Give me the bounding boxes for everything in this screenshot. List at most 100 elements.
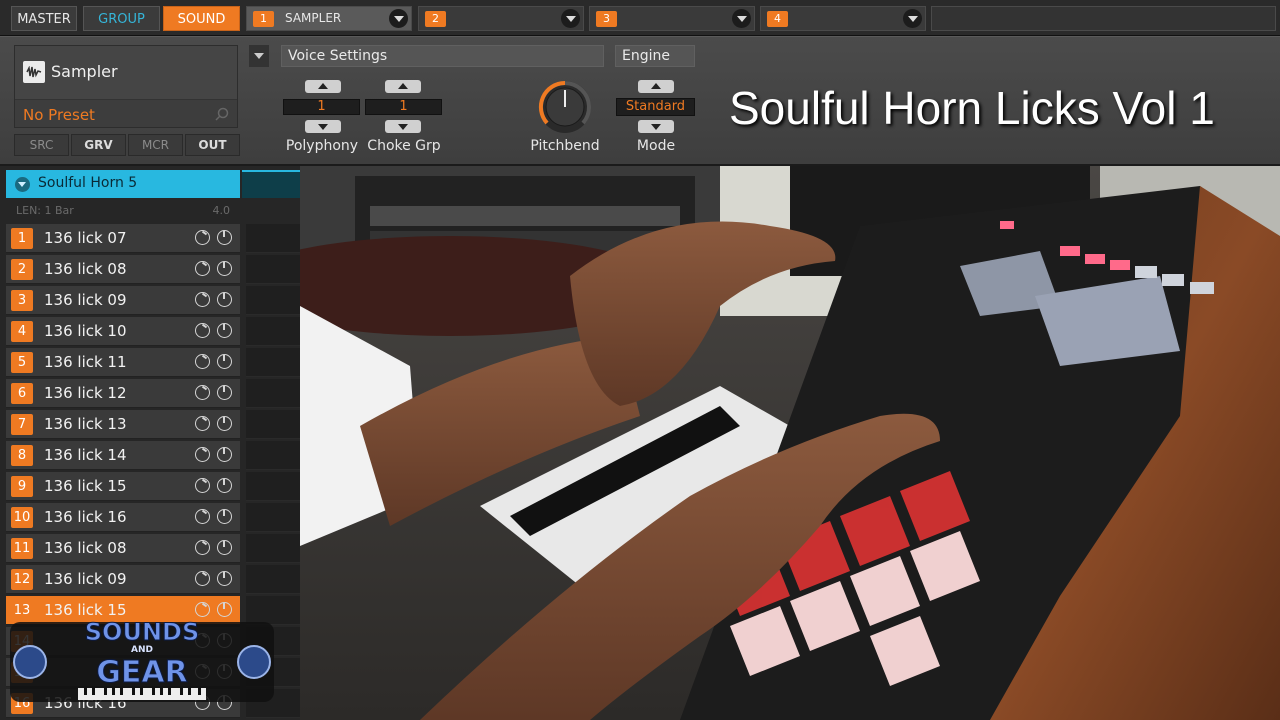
pattern-label: 136 lick 10 xyxy=(44,322,127,340)
group-title: Soulful Horn 5 xyxy=(38,175,138,191)
pattern-row[interactable]: 8 136 lick 14 xyxy=(6,441,240,470)
video-frame xyxy=(300,166,1280,720)
pitchbend-knob[interactable] xyxy=(537,79,593,135)
pattern-knob-icon[interactable] xyxy=(195,230,210,245)
power-icon[interactable] xyxy=(217,292,232,307)
mode-value[interactable]: Standard xyxy=(616,98,695,116)
length-label: LEN: 1 Bar xyxy=(16,204,74,217)
pattern-number: 2 xyxy=(11,259,33,280)
group-header[interactable]: Soulful Horn 5 xyxy=(6,170,240,198)
pattern-knob-icon[interactable] xyxy=(195,571,210,586)
plugin-slot-2[interactable]: 2 xyxy=(418,6,584,31)
pattern-number: 1 xyxy=(11,228,33,249)
tab-src[interactable]: SRC xyxy=(14,134,69,156)
pattern-row[interactable]: 4 136 lick 10 xyxy=(6,317,240,346)
power-icon[interactable] xyxy=(217,230,232,245)
pattern-label: 136 lick 14 xyxy=(44,446,127,464)
plugin-slot-3[interactable]: 3 xyxy=(589,6,755,31)
polyphony-value[interactable]: 1 xyxy=(283,99,360,115)
pattern-knob-icon[interactable] xyxy=(195,292,210,307)
power-icon[interactable] xyxy=(217,447,232,462)
power-icon[interactable] xyxy=(217,540,232,555)
pattern-row[interactable]: 10 136 lick 16 xyxy=(6,503,240,532)
chevron-down-icon[interactable] xyxy=(389,9,408,28)
power-icon[interactable] xyxy=(217,478,232,493)
pattern-number: 6 xyxy=(11,383,33,404)
pattern-knob-icon[interactable] xyxy=(195,540,210,555)
page-menu-button[interactable] xyxy=(249,45,269,67)
pattern-knob-icon[interactable] xyxy=(195,447,210,462)
pattern-knob-icon[interactable] xyxy=(195,602,210,617)
pattern-row[interactable]: 2 136 lick 08 xyxy=(6,255,240,284)
polyphony-increment-button[interactable] xyxy=(305,80,341,93)
pattern-length-row[interactable]: LEN: 1 Bar 4.0 xyxy=(6,200,240,222)
sounds-and-gear-logo: SOUNDS AND GEAR xyxy=(10,618,274,702)
pattern-row-spacer xyxy=(246,224,300,253)
slot-number: 2 xyxy=(425,11,446,27)
pattern-row[interactable]: 9 136 lick 15 xyxy=(6,472,240,501)
pattern-knob-icon[interactable] xyxy=(195,261,210,276)
mode-decrement-button[interactable] xyxy=(638,120,674,133)
pattern-number: 8 xyxy=(11,445,33,466)
pattern-label: 136 lick 11 xyxy=(44,353,127,371)
pattern-row[interactable]: 5 136 lick 11 xyxy=(6,348,240,377)
video-title-overlay: Soulful Horn Licks Vol 1 xyxy=(729,82,1215,134)
pattern-row-spacer xyxy=(246,379,300,408)
pattern-number: 9 xyxy=(11,476,33,497)
search-icon[interactable] xyxy=(215,107,229,121)
slot-number: 4 xyxy=(767,11,788,27)
plugin-panel: Sampler No Preset SRC GRV MCR OUT Voice … xyxy=(0,36,1280,164)
polyphony-decrement-button[interactable] xyxy=(305,120,341,133)
pattern-row[interactable]: 3 136 lick 09 xyxy=(6,286,240,315)
choke-grp-decrement-button[interactable] xyxy=(385,120,421,133)
power-icon[interactable] xyxy=(217,571,232,586)
pattern-row-spacer xyxy=(246,472,300,501)
power-icon[interactable] xyxy=(217,416,232,431)
plugin-slot-4[interactable]: 4 xyxy=(760,6,926,31)
pattern-knob-icon[interactable] xyxy=(195,354,210,369)
tab-out[interactable]: OUT xyxy=(185,134,240,156)
power-icon[interactable] xyxy=(217,385,232,400)
power-icon[interactable] xyxy=(217,354,232,369)
pattern-knob-icon[interactable] xyxy=(195,478,210,493)
preset-selector[interactable]: No Preset xyxy=(15,99,237,127)
logo-text-gear: GEAR xyxy=(96,655,187,690)
pattern-row[interactable]: 11 136 lick 08 xyxy=(6,534,240,563)
pattern-row[interactable]: 12 136 lick 09 xyxy=(6,565,240,594)
logo-text-and: AND xyxy=(131,645,153,655)
chevron-down-icon[interactable] xyxy=(732,9,751,28)
tab-mcr[interactable]: MCR xyxy=(128,134,183,156)
plugin-name: Sampler xyxy=(51,62,118,81)
plugin-slot-1[interactable]: 1 SAMPLER xyxy=(246,6,412,31)
tab-sound[interactable]: SOUND xyxy=(163,6,240,31)
pattern-row-spacer xyxy=(246,441,300,470)
pattern-knob-icon[interactable] xyxy=(195,416,210,431)
power-icon[interactable] xyxy=(217,509,232,524)
pattern-row[interactable]: 1 136 lick 07 xyxy=(6,224,240,253)
collapse-icon[interactable] xyxy=(15,177,30,192)
tab-master[interactable]: MASTER xyxy=(11,6,77,31)
chevron-down-icon[interactable] xyxy=(561,9,580,28)
pattern-row[interactable]: 7 136 lick 13 xyxy=(6,410,240,439)
pattern-label: 136 lick 09 xyxy=(44,291,127,309)
pattern-row[interactable]: 6 136 lick 12 xyxy=(6,379,240,408)
pattern-label: 136 lick 16 xyxy=(44,508,127,526)
pattern-knob-icon[interactable] xyxy=(195,509,210,524)
choke-grp-value[interactable]: 1 xyxy=(365,99,442,115)
pattern-knob-icon[interactable] xyxy=(195,323,210,338)
tab-group[interactable]: GROUP xyxy=(83,6,160,31)
pattern-row-spacer xyxy=(246,286,300,315)
power-icon[interactable] xyxy=(217,602,232,617)
pattern-row-spacer xyxy=(246,503,300,532)
power-icon[interactable] xyxy=(217,261,232,276)
power-icon[interactable] xyxy=(217,323,232,338)
sampler-waveform-icon xyxy=(23,61,45,83)
pattern-number: 12 xyxy=(11,569,33,590)
length-value: 4.0 xyxy=(212,204,231,217)
tab-grv[interactable]: GRV xyxy=(71,134,126,156)
engine-header: Engine xyxy=(615,45,695,67)
mode-increment-button[interactable] xyxy=(638,80,674,93)
pattern-knob-icon[interactable] xyxy=(195,385,210,400)
chevron-down-icon[interactable] xyxy=(903,9,922,28)
choke-grp-increment-button[interactable] xyxy=(385,80,421,93)
